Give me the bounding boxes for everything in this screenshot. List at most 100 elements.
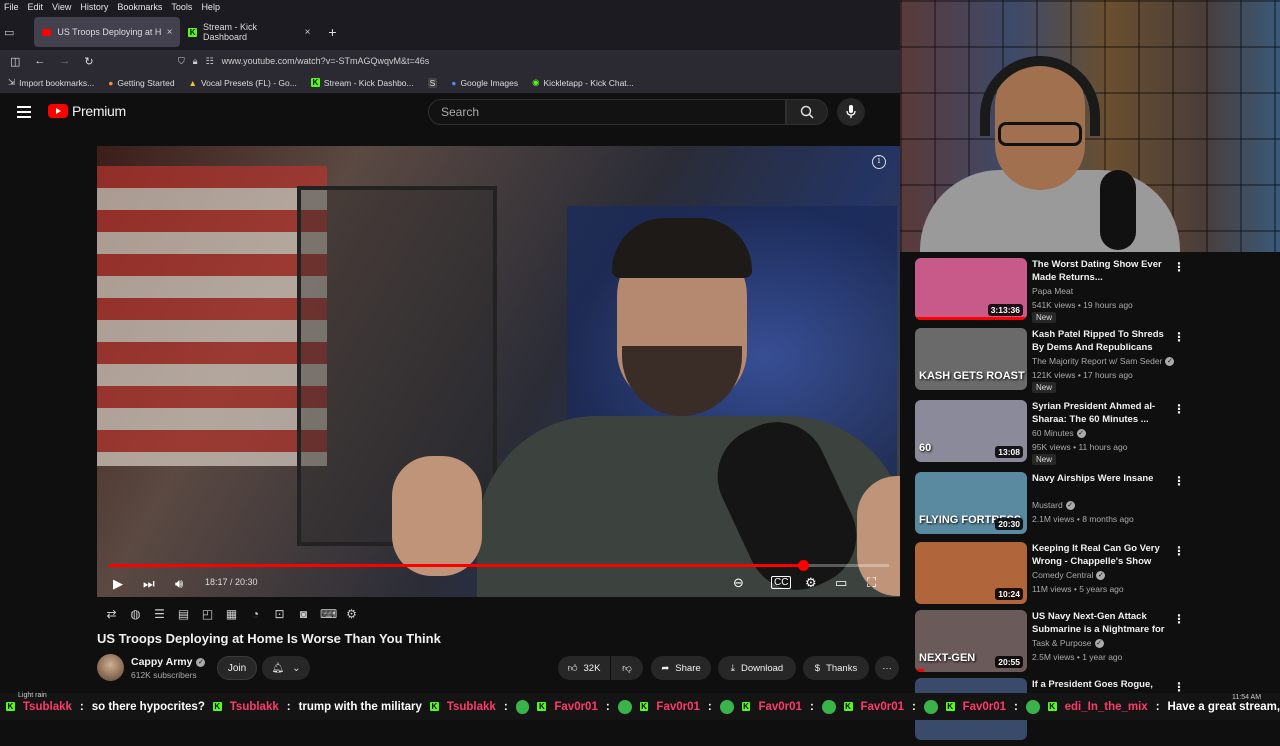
search-button[interactable] <box>786 99 828 125</box>
recommendation-item[interactable]: FLYING FORTRESS 20:30 Navy Airships Were I… <box>915 472 1195 540</box>
more-options-icon[interactable]: ⋮ <box>1173 474 1185 488</box>
sidebar-toggle-icon[interactable]: ◫ <box>10 55 20 68</box>
more-options-icon[interactable]: ⋮ <box>1173 330 1185 344</box>
recommendation-channel[interactable]: Task & Purpose ✓ <box>1032 638 1104 648</box>
speed-icon[interactable]: ◔ <box>248 607 263 621</box>
more-options-icon[interactable]: ⋮ <box>1173 680 1185 694</box>
bookmark-vocal-presets[interactable]: ▲ Vocal Presets (FL) - Go... <box>189 78 297 88</box>
recommendation-channel[interactable]: 60 Minutes ✓ <box>1032 428 1086 438</box>
forward-icon[interactable]: → <box>59 55 70 67</box>
more-options-icon[interactable]: ⋮ <box>1173 612 1185 626</box>
reload-icon[interactable]: ↻ <box>84 55 93 68</box>
tab-close-icon[interactable]: × <box>167 27 173 38</box>
channel-avatar[interactable] <box>97 654 124 681</box>
video-thumbnail[interactable]: NEXT-GEN 20:55 <box>915 610 1027 672</box>
tab-list-icon[interactable]: ▭ <box>4 26 14 39</box>
playlist-icon[interactable]: ☰ <box>152 607 167 621</box>
tab-close-icon[interactable]: × <box>305 27 311 38</box>
url-bar[interactable]: ⛉ 🔒︎ ☷ www.youtube.com/watch?v=-STmAGQwq… <box>178 51 898 71</box>
bookmark-s[interactable]: S <box>427 77 438 88</box>
menu-tools[interactable]: Tools <box>171 2 192 12</box>
frame-icon[interactable]: ⊡ <box>272 607 287 621</box>
download-button[interactable]: ⤓ Download <box>718 656 796 680</box>
fullscreen-icon[interactable]: ⛶ <box>867 575 876 591</box>
video-thumbnail[interactable]: KASH GETS ROAST <box>915 328 1027 390</box>
url-text[interactable]: www.youtube.com/watch?v=-STmAGQwqvM&t=46… <box>222 56 430 66</box>
captions-icon[interactable]: CC <box>771 576 792 589</box>
bookmark-getting-started[interactable]: ● Getting Started <box>108 78 174 88</box>
search-input[interactable]: Search <box>428 99 786 125</box>
recommendation-item[interactable]: KASH GETS ROAST Kash Patel Ripped To Shre… <box>915 328 1195 396</box>
dislike-button[interactable]: 👎︎ <box>611 656 643 680</box>
recommendation-title[interactable]: The Worst Dating Show Ever Made Returns.… <box>1032 258 1170 284</box>
permissions-icon[interactable]: ☷ <box>206 56 214 67</box>
more-options-icon[interactable]: ⋮ <box>1173 544 1185 558</box>
recommendation-title[interactable]: Syrian President Ahmed al-Sharaa: The 60… <box>1032 400 1170 426</box>
share-button[interactable]: ➦ Share <box>651 656 711 680</box>
theater-mode-icon[interactable]: ▭ <box>835 575 847 591</box>
clapper-icon[interactable]: ▤ <box>176 607 191 621</box>
autoplay-toggle-icon[interactable]: ⊖ <box>733 575 744 591</box>
recommendation-channel[interactable]: Papa Meat <box>1032 286 1073 296</box>
back-icon[interactable]: ← <box>34 55 45 67</box>
next-icon[interactable]: ⏭ <box>143 576 155 592</box>
notifications-button[interactable]: 🔔︎ ⌄ <box>262 656 310 680</box>
recommendation-channel[interactable]: Mustard ✓ <box>1032 500 1075 510</box>
menu-edit[interactable]: Edit <box>28 2 44 12</box>
join-button[interactable]: Join <box>217 656 257 680</box>
bookmark-import[interactable]: ⇲ Import bookmarks... <box>8 77 94 88</box>
settings-icon[interactable]: ⚙ <box>805 575 817 591</box>
video-player[interactable]: i ▶ ⏭ 🔊︎ 18:17 / 20:30 ⊖ CC ⚙ ▭ ⛶ <box>97 146 900 597</box>
progress-bar[interactable] <box>109 560 889 571</box>
menu-view[interactable]: View <box>52 2 71 12</box>
lock-icon[interactable]: 🔒︎ <box>193 56 198 67</box>
recommendation-item[interactable]: NEXT-GEN 20:55 US Navy Next-Gen Attack Sub… <box>915 610 1195 678</box>
info-icon[interactable]: i <box>872 155 886 169</box>
volume-icon[interactable]: 🔊︎ <box>175 576 183 592</box>
recommendation-channel[interactable]: The Majority Report w/ Sam Seder ✓ <box>1032 356 1175 366</box>
subtitles-icon[interactable]: ▦ <box>224 607 239 621</box>
voice-search-button[interactable] <box>837 98 865 126</box>
more-actions-button[interactable]: ··· <box>875 656 899 680</box>
recommendation-channel[interactable]: Comedy Central ✓ <box>1032 570 1106 580</box>
bookmark-kick-dashboard[interactable]: K Stream - Kick Dashbo... <box>310 78 414 88</box>
video-thumbnail[interactable]: FLYING FORTRESS 20:30 <box>915 472 1027 534</box>
bookmark-kicklet[interactable]: ◉ Kickletapp - Kick Chat... <box>532 77 634 88</box>
video-thumbnail[interactable]: 10:24 <box>915 542 1027 604</box>
youtube-logo[interactable]: Premium <box>48 103 126 119</box>
play-icon[interactable]: ▶ <box>113 576 123 592</box>
tab-kick-dashboard[interactable]: K Stream - Kick Dashboard × <box>180 17 318 47</box>
recommendation-title[interactable]: US Navy Next-Gen Attack Submarine is a N… <box>1032 610 1170 636</box>
video-thumbnail[interactable]: 60 13:08 <box>915 400 1027 462</box>
gear-icon[interactable]: ⚙ <box>344 607 359 621</box>
menu-history[interactable]: History <box>80 2 108 12</box>
menu-file[interactable]: File <box>4 2 19 12</box>
recommendation-item[interactable]: 10:24 Keeping It Real Can Go Very Wrong -… <box>915 542 1195 610</box>
tab-youtube[interactable]: US Troops Deploying at Home × <box>34 17 181 47</box>
video-thumbnail[interactable]: 3:13:36 <box>915 258 1027 320</box>
kick-icon: K <box>310 78 320 87</box>
more-options-icon[interactable]: ⋮ <box>1173 260 1185 274</box>
keyboard-icon[interactable]: ⌨ <box>320 607 337 621</box>
webcam-glasses <box>998 122 1082 146</box>
recommendation-item[interactable]: 3:13:36 The Worst Dating Show Ever Made R… <box>915 258 1195 326</box>
thanks-button[interactable]: $ Thanks <box>803 656 869 680</box>
recommendation-title[interactable]: Navy Airships Were Insane <box>1032 472 1170 485</box>
recommendation-meta: 11M views • 5 years ago <box>1032 584 1124 594</box>
screenshot-icon[interactable]: ◙ <box>296 607 311 621</box>
recommendation-item[interactable]: 60 13:08 Syrian President Ahmed al-Sharaa:… <box>915 400 1195 468</box>
channel-name[interactable]: Cappy Army ✓ <box>131 656 206 668</box>
recommendation-title[interactable]: Keeping It Real Can Go Very Wrong - Chap… <box>1032 542 1170 568</box>
recommendation-title[interactable]: Kash Patel Ripped To Shreds By Dems And … <box>1032 328 1170 354</box>
new-tab-button[interactable]: + <box>328 24 336 40</box>
bookmark-google-images[interactable]: ● Google Images <box>451 78 518 88</box>
menu-bookmarks[interactable]: Bookmarks <box>117 2 162 12</box>
like-button[interactable]: 👍︎ 32K <box>558 656 610 680</box>
loop-icon[interactable]: ⇄ <box>104 607 119 621</box>
menu-help[interactable]: Help <box>201 2 220 12</box>
tracking-shield-icon[interactable]: ⛉ <box>178 56 185 67</box>
pip-icon[interactable]: ◰ <box>200 607 215 621</box>
more-options-icon[interactable]: ⋮ <box>1173 402 1185 416</box>
menu-icon[interactable] <box>17 106 31 118</box>
audio-icon[interactable]: ◍ <box>128 607 143 621</box>
